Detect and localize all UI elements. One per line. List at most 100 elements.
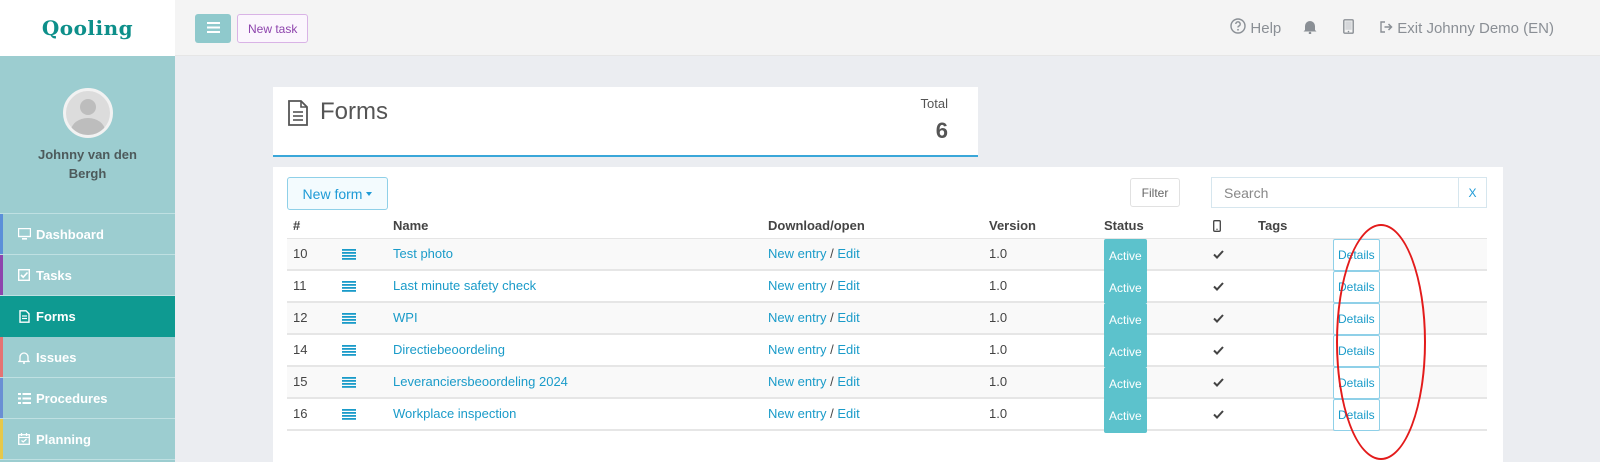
page-title: Forms bbox=[320, 98, 388, 125]
sidebar-item-label: Dashboard bbox=[36, 226, 104, 242]
column-header-number[interactable]: # bbox=[293, 214, 300, 238]
table-row: 16 Workplace inspection New entry / Edit 1.… bbox=[287, 399, 1487, 433]
sidebar-item-planning[interactable]: Planning bbox=[0, 419, 175, 460]
column-header-version[interactable]: Version bbox=[989, 214, 1036, 238]
column-header-status[interactable]: Status bbox=[1104, 214, 1144, 238]
form-name-link[interactable]: Test photo bbox=[393, 239, 453, 269]
details-button[interactable]: Details bbox=[1333, 335, 1380, 367]
column-header-download[interactable]: Download/open bbox=[768, 214, 865, 238]
clear-search-button[interactable]: X bbox=[1458, 177, 1487, 208]
details-button[interactable]: Details bbox=[1333, 303, 1380, 335]
sidebar-item-dashboard[interactable]: Dashboard bbox=[0, 214, 175, 255]
search-input[interactable] bbox=[1211, 177, 1458, 208]
list-icon[interactable] bbox=[342, 409, 356, 421]
menu-toggle-button[interactable] bbox=[195, 14, 231, 43]
form-name-link[interactable]: Leveranciersbeoordeling 2024 bbox=[393, 367, 568, 397]
nav-accent-bar bbox=[0, 255, 3, 295]
app-logo[interactable]: Qooling bbox=[42, 16, 133, 40]
sidebar-item-label: Issues bbox=[36, 349, 77, 365]
nav-accent-bar bbox=[0, 214, 3, 254]
list-icon[interactable] bbox=[342, 313, 356, 325]
nav-accent-bar bbox=[0, 419, 3, 459]
download-actions: New entry / Edit bbox=[768, 367, 860, 397]
check-icon bbox=[1213, 346, 1224, 355]
nav-accent-bar bbox=[0, 378, 3, 418]
new-form-button[interactable]: New form bbox=[287, 177, 388, 210]
edit-link[interactable]: Edit bbox=[837, 246, 859, 261]
download-actions: New entry / Edit bbox=[768, 239, 860, 269]
column-header-name[interactable]: Name bbox=[393, 214, 428, 238]
separator: / bbox=[826, 342, 838, 357]
edit-link[interactable]: Edit bbox=[837, 406, 859, 421]
new-entry-link[interactable]: New entry bbox=[768, 310, 827, 325]
top-bar: New task Help Exit Johnny Demo (EN) bbox=[175, 0, 1600, 56]
check-square-icon bbox=[17, 268, 31, 282]
edit-link[interactable]: Edit bbox=[837, 374, 859, 389]
device-button[interactable] bbox=[1343, 18, 1358, 38]
sidebar-item-forms[interactable]: Forms bbox=[0, 296, 175, 337]
sidebar-item-label: Planning bbox=[36, 431, 91, 447]
caret-down-icon bbox=[366, 191, 373, 196]
download-actions: New entry / Edit bbox=[768, 399, 860, 429]
page-header-card: Forms Total 6 bbox=[273, 87, 978, 157]
new-entry-link[interactable]: New entry bbox=[768, 246, 827, 261]
help-link[interactable]: Help bbox=[1230, 18, 1281, 38]
form-version: 1.0 bbox=[989, 406, 1008, 421]
new-form-label: New form bbox=[302, 185, 363, 202]
new-entry-link[interactable]: New entry bbox=[768, 406, 827, 421]
download-actions: New entry / Edit bbox=[768, 335, 860, 365]
separator: / bbox=[826, 278, 838, 293]
new-entry-link[interactable]: New entry bbox=[768, 342, 827, 357]
details-button[interactable]: Details bbox=[1333, 367, 1380, 399]
column-header-tags[interactable]: Tags bbox=[1258, 214, 1287, 238]
exit-label: Exit Johnny Demo (EN) bbox=[1397, 19, 1554, 37]
exit-link[interactable]: Exit Johnny Demo (EN) bbox=[1380, 20, 1554, 37]
new-entry-link[interactable]: New entry bbox=[768, 374, 827, 389]
row-id: 10 bbox=[293, 246, 308, 261]
download-actions: New entry / Edit bbox=[768, 303, 860, 333]
edit-link[interactable]: Edit bbox=[837, 278, 859, 293]
bell-icon bbox=[1303, 19, 1321, 38]
filter-button[interactable]: Filter bbox=[1130, 178, 1180, 207]
edit-link[interactable]: Edit bbox=[837, 342, 859, 357]
list-icon bbox=[17, 391, 31, 405]
form-name-link[interactable]: Last minute safety check bbox=[393, 271, 536, 301]
details-button[interactable]: Details bbox=[1333, 239, 1380, 271]
notifications-button[interactable] bbox=[1303, 19, 1321, 38]
new-entry-link[interactable]: New entry bbox=[768, 278, 827, 293]
sign-out-icon bbox=[1380, 20, 1397, 37]
row-id: 12 bbox=[293, 310, 308, 325]
list-icon[interactable] bbox=[342, 281, 356, 293]
sidebar-item-procedures[interactable]: Procedures bbox=[0, 378, 175, 419]
check-icon bbox=[1213, 282, 1224, 291]
status-badge: Active bbox=[1104, 335, 1147, 369]
table-row: 10 Test photo New entry / Edit 1.0 Active Det… bbox=[287, 239, 1487, 273]
total-label: Total bbox=[920, 96, 948, 111]
list-icon[interactable] bbox=[342, 377, 356, 389]
form-name-link[interactable]: Workplace inspection bbox=[393, 399, 516, 429]
sidebar-item-issues[interactable]: Issues bbox=[0, 337, 175, 378]
new-task-button[interactable]: New task bbox=[237, 14, 309, 43]
monitor-icon bbox=[17, 227, 31, 241]
form-version: 1.0 bbox=[989, 310, 1008, 325]
row-id: 14 bbox=[293, 342, 308, 357]
details-button[interactable]: Details bbox=[1333, 271, 1380, 303]
calendar-icon bbox=[17, 432, 31, 446]
list-icon[interactable] bbox=[342, 249, 356, 261]
avatar[interactable] bbox=[62, 88, 113, 138]
status-badge: Active bbox=[1104, 239, 1147, 273]
sidebar-item-tasks[interactable]: Tasks bbox=[0, 255, 175, 296]
form-name-link[interactable]: Directiebeoordeling bbox=[393, 335, 505, 365]
table-row: 15 Leveranciersbeoordeling 2024 New entry … bbox=[287, 367, 1487, 401]
logo-container: Qooling bbox=[0, 0, 175, 56]
nav-accent-bar bbox=[0, 337, 3, 377]
sidebar-item-label: Tasks bbox=[36, 267, 72, 283]
edit-link[interactable]: Edit bbox=[837, 310, 859, 325]
list-icon[interactable] bbox=[342, 345, 356, 357]
table-header: # Name Download/open Version Status Tags bbox=[287, 214, 1487, 239]
sidebar-item-label: Procedures bbox=[36, 390, 108, 406]
row-id: 15 bbox=[293, 374, 308, 389]
details-button[interactable]: Details bbox=[1333, 399, 1380, 431]
form-name-link[interactable]: WPI bbox=[393, 303, 418, 333]
sidebar: Qooling Johnny van den Bergh Dashboard T… bbox=[0, 0, 175, 462]
